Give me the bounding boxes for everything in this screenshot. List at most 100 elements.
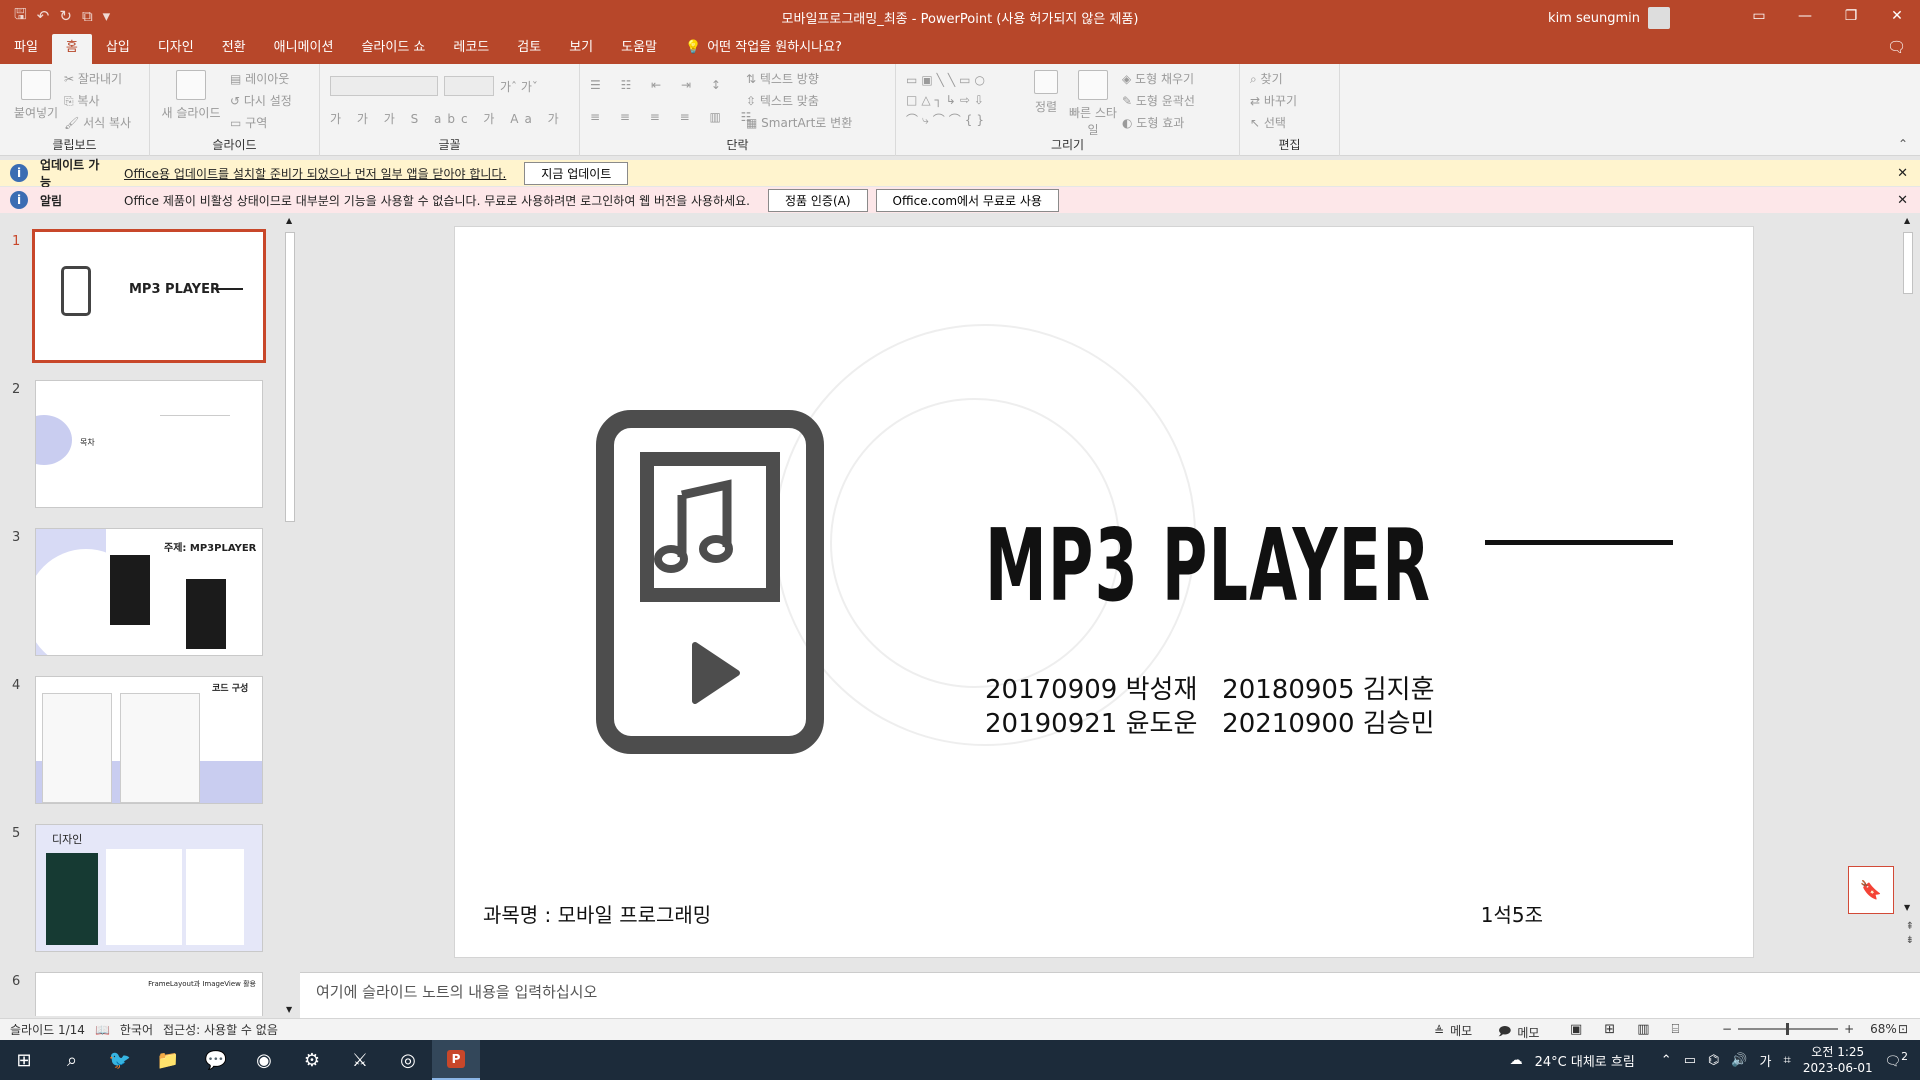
customize-qat-icon[interactable]: ▾	[103, 7, 111, 25]
notes-toggle[interactable]: ≜ 메모	[1434, 1022, 1472, 1039]
ime-indicator[interactable]: 가	[1760, 1051, 1772, 1070]
fit-to-window-icon[interactable]: ⊡	[1898, 1022, 1908, 1036]
slide-thumbnail-3[interactable]: 주제: MP3PLAYER	[35, 528, 263, 656]
accessibility-status[interactable]: 접근성: 사용할 수 없음	[163, 1021, 278, 1038]
align-text-button[interactable]: ⇳ 텍스트 맞춤	[746, 92, 819, 109]
zoom-out-icon[interactable]: −	[1722, 1022, 1732, 1036]
cut-button[interactable]: ✂ 잘라내기	[64, 70, 122, 87]
format-painter-button[interactable]: 🖌 서식 복사	[64, 114, 131, 131]
zoom-slider-handle[interactable]	[1786, 1023, 1790, 1035]
normal-view-icon[interactable]: ▣	[1570, 1022, 1582, 1037]
clock[interactable]: 오전 1:25 2023-06-01	[1803, 1044, 1873, 1076]
font-name-select[interactable]	[330, 76, 438, 96]
tell-me[interactable]: 💡 어떤 작업을 원하시나요?	[671, 34, 842, 64]
maximize-icon[interactable]: ❐	[1828, 0, 1874, 32]
save-icon[interactable]: 🖫	[14, 4, 27, 29]
slide-thumbnail-1[interactable]: MP3 PLAYER	[32, 229, 266, 363]
paste-button[interactable]: 붙여넣기	[6, 70, 66, 121]
new-slide-button[interactable]: 새 슬라이드	[156, 70, 226, 121]
slide-thumbnail-5[interactable]: 디자인	[35, 824, 263, 952]
scroll-up-icon[interactable]: ▲	[286, 216, 292, 225]
activate-button[interactable]: 정품 인증(A)	[767, 188, 868, 212]
minimize-icon[interactable]: —	[1782, 0, 1828, 32]
network-icon[interactable]: ▭	[1684, 1053, 1696, 1068]
slide-title[interactable]: MP3 PLAYER	[985, 507, 1431, 624]
undo-icon[interactable]: ↶	[37, 7, 50, 25]
section-button[interactable]: ▭ 구역	[230, 114, 267, 131]
slide-sorter-icon[interactable]: ⊞	[1604, 1022, 1615, 1037]
tab-help[interactable]: 도움말	[607, 34, 671, 64]
align-buttons[interactable]: ≡ ≡ ≡ ≡ ▥ ☷	[590, 110, 759, 124]
slide-thumbnail-2[interactable]: 목차	[35, 380, 263, 508]
scrollbar-thumb[interactable]	[1903, 232, 1913, 294]
steam-icon[interactable]: ⚙	[288, 1040, 336, 1080]
font-size-select[interactable]	[444, 76, 494, 96]
thumbnail-item[interactable]: 2 목차	[0, 380, 270, 514]
list-buttons[interactable]: ☰ ☷ ⇤ ⇥ ↕	[590, 78, 729, 92]
zoom-slider[interactable]	[1738, 1023, 1839, 1035]
thumbnail-item[interactable]: 1 MP3 PLAYER	[0, 229, 270, 366]
scroll-down-icon[interactable]: ▼	[1904, 903, 1910, 912]
scroll-down-icon[interactable]: ▼	[286, 1005, 292, 1014]
scrollbar-thumb[interactable]	[285, 232, 295, 522]
tab-slideshow[interactable]: 슬라이드 쇼	[347, 34, 439, 64]
smartart-button[interactable]: ▦ SmartArt로 변환	[746, 114, 852, 131]
bookmark-icon[interactable]: 🔖	[1848, 866, 1894, 914]
thumbnail-item[interactable]: 3 주제: MP3PLAYER	[0, 528, 270, 662]
tray-chevron-icon[interactable]: ⌃	[1661, 1053, 1672, 1068]
close-icon[interactable]: ✕	[1874, 0, 1920, 32]
course-name[interactable]: 과목명 : 모바일 프로그래밍	[483, 899, 711, 928]
tab-design[interactable]: 디자인	[144, 34, 208, 64]
league-client-icon[interactable]: ⚔	[336, 1040, 384, 1080]
prev-next-slide-icon[interactable]: ⇞ ⇟	[1906, 920, 1914, 948]
tab-insert[interactable]: 삽입	[92, 34, 144, 64]
copy-button[interactable]: ⎘ 복사	[64, 92, 100, 109]
language[interactable]: 한국어	[120, 1021, 153, 1038]
file-explorer-icon[interactable]: 📁	[144, 1040, 192, 1080]
zoom-in-icon[interactable]: +	[1844, 1022, 1854, 1036]
text-direction-button[interactable]: ⇅ 텍스트 방향	[746, 70, 819, 87]
member-names[interactable]: 20170909 박성재 20180905 김지훈 20190921 윤도운 2…	[985, 673, 1435, 741]
weather-text[interactable]: 24°C 대체로 흐림	[1535, 1051, 1635, 1070]
editor-scrollbar[interactable]: ▲ ▼	[1900, 214, 1916, 914]
find-button[interactable]: ⌕ 찾기	[1250, 70, 1283, 87]
update-bar-message[interactable]: Office용 업데이트를 설치할 준비가 되었으나 먼저 일부 앱을 닫아야 …	[124, 165, 506, 182]
shape-fill-button[interactable]: ◈ 도형 채우기	[1122, 70, 1194, 87]
arrange-button[interactable]: 정렬	[1024, 70, 1068, 115]
tab-review[interactable]: 검토	[503, 34, 555, 64]
notes-pane[interactable]: 여기에 슬라이드 노트의 내용을 입력하십시오	[300, 972, 1920, 1018]
thumbnail-item[interactable]: 4 코드 구성	[0, 676, 270, 810]
shape-effects-button[interactable]: ◐ 도형 효과	[1122, 114, 1184, 131]
powerpoint-icon[interactable]: P	[432, 1040, 480, 1080]
start-icon[interactable]: ⊞	[0, 1040, 48, 1080]
slide-thumbnail-6[interactable]: FrameLayout과 ImageView 활용	[35, 972, 263, 1016]
tab-view[interactable]: 보기	[555, 34, 607, 64]
slide-canvas[interactable]: MP3 PLAYER 20170909 박성재 20180905 김지훈 201…	[454, 226, 1754, 958]
shapes-gallery[interactable]: ▭▣╲╲▭○ □△┐↳⇨⇩ ⌒⤷⌒⌒{}	[906, 70, 989, 130]
ime-mode-icon[interactable]: ⌗	[1784, 1053, 1791, 1068]
ribbon-display-icon[interactable]: ▭	[1736, 0, 1782, 32]
tab-transitions[interactable]: 전환	[208, 34, 260, 64]
font-format-buttons[interactable]: 가 가 가 S abc 가 Aa 가	[330, 110, 565, 127]
update-now-button[interactable]: 지금 업데이트	[524, 161, 629, 185]
discord-icon[interactable]: ◉	[240, 1040, 288, 1080]
shape-outline-button[interactable]: ✎ 도형 윤곽선	[1122, 92, 1195, 109]
tab-home[interactable]: 홈	[51, 34, 92, 64]
use-free-office-button[interactable]: Office.com에서 무료로 사용	[875, 188, 1059, 212]
redo-icon[interactable]: ↻	[59, 7, 72, 25]
account[interactable]: kim seungmin	[1548, 7, 1670, 29]
bird-app-icon[interactable]: 🐦	[96, 1040, 144, 1080]
select-button[interactable]: ↖ 선택	[1250, 114, 1286, 131]
volume-icon[interactable]: 🔊	[1731, 1053, 1747, 1068]
thumbnail-item[interactable]: 6 FrameLayout과 ImageView 활용	[0, 972, 270, 1016]
tab-file[interactable]: 파일	[0, 34, 52, 64]
comments-icon[interactable]: 🗨	[1887, 38, 1906, 56]
collapse-ribbon-icon[interactable]: ⌃	[1898, 137, 1908, 151]
slide-thumbnail-4[interactable]: 코드 구성	[35, 676, 263, 804]
chrome-icon[interactable]: ◎	[384, 1040, 432, 1080]
slideshow-view-icon[interactable]: ⌸	[1672, 1022, 1680, 1037]
notification-icon[interactable]: 🗨2	[1885, 1050, 1908, 1069]
replace-button[interactable]: ⇄ 바꾸기	[1250, 92, 1297, 109]
layout-button[interactable]: ▤ 레이아웃	[230, 70, 289, 87]
scroll-up-icon[interactable]: ▲	[1904, 216, 1910, 225]
